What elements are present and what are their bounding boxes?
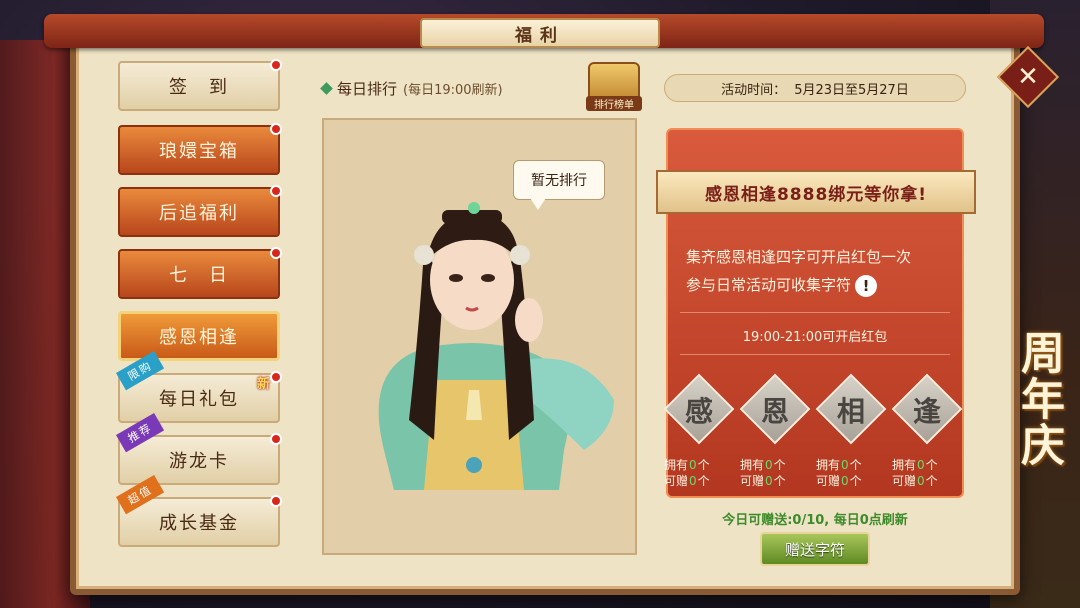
char-card-xiang[interactable]: 相 拥有0个 可赠0个 bbox=[815, 373, 887, 490]
notification-dot bbox=[270, 495, 282, 507]
notification-dot bbox=[270, 185, 282, 197]
sidebar-item-gratitude-meet[interactable]: 感恩相逢 bbox=[118, 311, 280, 361]
sidebar-item-dragon-card[interactable]: 推荐 游龙卡 bbox=[116, 413, 282, 485]
char-card-feng[interactable]: 逢 拥有0个 可赠0个 bbox=[891, 373, 963, 490]
sidebar: 签 到 琅嬛宝箱 后追福利 七 日 感恩相逢 限购 每日礼包 新 推荐 游龙卡 … bbox=[110, 55, 290, 580]
divider bbox=[680, 312, 950, 313]
envelope-open-time: 19:00-21:00可开启红包 bbox=[742, 330, 888, 345]
info-icon[interactable]: ! bbox=[855, 274, 878, 297]
char-glyph: 感 bbox=[684, 395, 713, 428]
sidebar-item-chase-welfare[interactable]: 后追福利 bbox=[118, 185, 282, 237]
sidebar-item-label: 游龙卡 bbox=[169, 451, 229, 472]
char-own: 拥有0个 bbox=[664, 458, 710, 472]
activity-time-bar: 活动时间： 5月23日至5月27日 bbox=[664, 74, 966, 102]
notification-dot bbox=[270, 59, 282, 71]
char-own: 拥有0个 bbox=[740, 458, 786, 472]
activity-desc-2: 参与日常活动可收集字符 bbox=[686, 276, 852, 294]
activity-desc-2-row: 参与日常活动可收集字符! bbox=[686, 274, 946, 297]
sidebar-item-daily-pack[interactable]: 限购 每日礼包 新 bbox=[116, 351, 282, 423]
no-ranking-bubble: 暂无排行 bbox=[513, 160, 605, 200]
char-gift: 可赠0个 bbox=[664, 474, 710, 488]
ranking-refresh-note: (每日19:00刷新) bbox=[403, 83, 503, 98]
sidebar-item-label: 每日礼包 bbox=[159, 389, 239, 410]
activity-banner: 感恩相逢8888绑元等你拿! bbox=[656, 170, 976, 214]
activity-desc-1: 集齐感恩相逢四字可开启红包一次 bbox=[686, 248, 912, 266]
char-gift: 可赠0个 bbox=[892, 474, 938, 488]
notification-dot bbox=[270, 123, 282, 135]
char-card-en[interactable]: 恩 拥有0个 可赠0个 bbox=[739, 373, 811, 490]
activity-time-label: 活动时间： bbox=[721, 82, 787, 98]
gift-chars-button[interactable]: 赠送字符 bbox=[760, 532, 870, 566]
char-glyph: 相 bbox=[836, 395, 865, 428]
notification-dot bbox=[270, 433, 282, 445]
notification-dot bbox=[270, 371, 282, 383]
char-gift: 可赠0个 bbox=[816, 474, 862, 488]
char-glyph: 逢 bbox=[912, 395, 941, 428]
sidebar-item-label: 签 到 bbox=[169, 77, 229, 98]
diamond-bullet-icon bbox=[320, 82, 333, 95]
gift-limit-info: 今日可赠送:0/10, 每日0点刷新 bbox=[722, 513, 908, 528]
sidebar-item-label: 后追福利 bbox=[159, 203, 239, 224]
close-icon[interactable]: ✕ bbox=[1006, 55, 1050, 99]
sidebar-item-seven-days[interactable]: 七 日 bbox=[118, 247, 282, 299]
sidebar-item-checkin[interactable]: 签 到 bbox=[118, 59, 282, 111]
char-gift: 可赠0个 bbox=[740, 474, 786, 488]
char-own: 拥有0个 bbox=[892, 458, 938, 472]
window-title: 福利 bbox=[420, 18, 660, 48]
ranking-header: 每日排行 (每日19:00刷新) bbox=[320, 78, 503, 99]
char-glyph: 恩 bbox=[760, 395, 789, 428]
notification-dot bbox=[270, 247, 282, 259]
sidebar-item-growth-fund[interactable]: 超值 成长基金 bbox=[116, 475, 282, 547]
divider bbox=[680, 354, 950, 355]
char-own: 拥有0个 bbox=[816, 458, 862, 472]
sidebar-item-label: 感恩相逢 bbox=[159, 327, 239, 348]
sidebar-item-label: 成长基金 bbox=[159, 513, 239, 534]
ranking-title: 每日排行 bbox=[337, 80, 398, 98]
sidebar-item-label: 琅嬛宝箱 bbox=[159, 141, 239, 162]
activity-time-value: 5月23日至5月27日 bbox=[794, 82, 909, 98]
rank-list-label[interactable]: 排行榜单 bbox=[586, 96, 642, 111]
sidebar-item-label: 七 日 bbox=[169, 265, 229, 286]
char-card-gan[interactable]: 感 拥有0个 可赠0个 bbox=[663, 373, 735, 490]
sidebar-item-treasure-box[interactable]: 琅嬛宝箱 bbox=[118, 123, 282, 175]
speech-bubble-tail bbox=[530, 198, 546, 210]
anniversary-decoration: 周年庆 bbox=[1013, 330, 1064, 468]
